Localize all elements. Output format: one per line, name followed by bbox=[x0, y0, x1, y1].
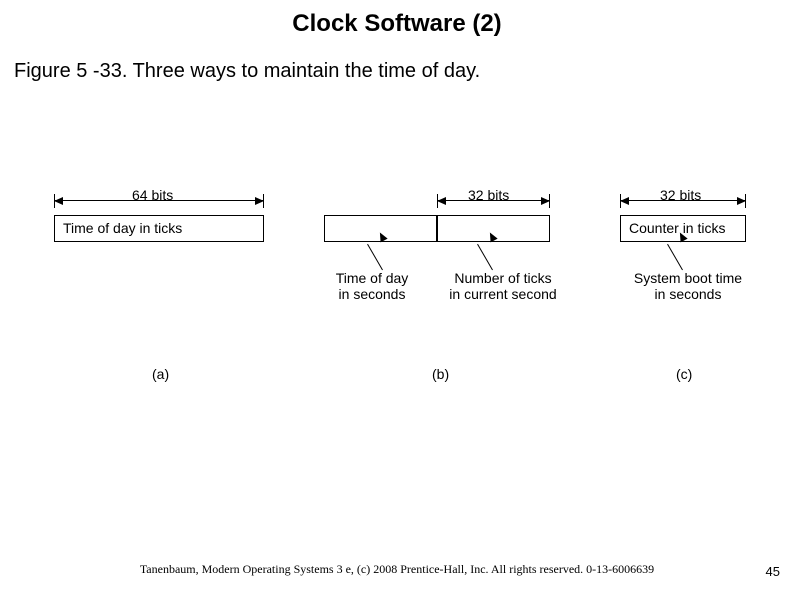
arrow-c-line bbox=[667, 244, 683, 271]
part-b: (b) bbox=[432, 366, 449, 382]
figure-caption: Figure 5 -33. Three ways to maintain the… bbox=[0, 38, 794, 83]
dim-c-label: 32 bits bbox=[660, 187, 701, 203]
page-number: 45 bbox=[766, 564, 780, 579]
annot-b-left: Time of day in seconds bbox=[322, 270, 422, 302]
footer-credit: Tanenbaum, Modern Operating Systems 3 e,… bbox=[0, 562, 794, 577]
dim-a-label: 64 bits bbox=[132, 187, 173, 203]
arrow-b-right-line bbox=[477, 244, 493, 271]
slide-title: Clock Software (2) bbox=[0, 0, 794, 38]
part-a: (a) bbox=[152, 366, 169, 382]
dim-b-label: 32 bits bbox=[468, 187, 509, 203]
annot-c: System boot time in seconds bbox=[618, 270, 758, 302]
annot-b-right: Number of ticks in current second bbox=[438, 270, 568, 302]
part-c: (c) bbox=[676, 366, 692, 382]
box-a-label: Time of day in ticks bbox=[63, 220, 182, 236]
arrow-b-left-line bbox=[367, 244, 383, 271]
figure: 64 bits Time of day in ticks (a) 32 bits… bbox=[54, 160, 754, 410]
